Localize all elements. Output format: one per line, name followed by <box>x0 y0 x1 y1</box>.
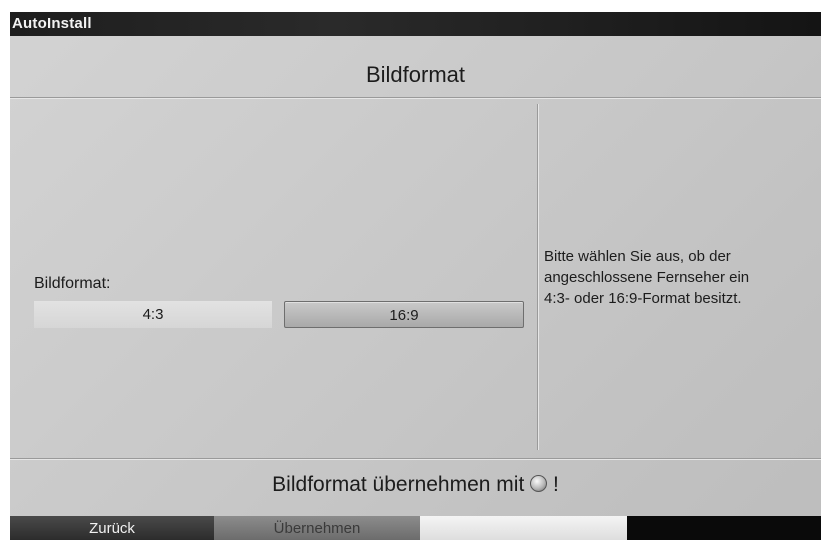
option-16-9-selected[interactable]: 16:9 <box>284 301 524 328</box>
help-line: 4:3- oder 16:9-Format besitzt. <box>544 290 742 307</box>
apply-button[interactable]: Übernehmen <box>214 516 420 540</box>
back-button-label: Zurück <box>89 520 135 537</box>
confirm-exclamation: ! <box>552 473 559 496</box>
confirm-text: Bildformat übernehmen mit <box>272 473 525 496</box>
back-button[interactable]: Zurück <box>10 516 214 540</box>
page-title: Bildformat <box>365 62 466 87</box>
tv-menu-screen: AutoInstall Bildformat Bildformat: 4:3 1… <box>10 12 821 540</box>
window-title: AutoInstall <box>12 15 92 32</box>
header-divider <box>10 97 821 98</box>
help-line: angeschlossene Fernseher ein <box>544 269 750 286</box>
blue-key[interactable] <box>627 516 821 540</box>
apply-button-label: Übernehmen <box>273 520 361 537</box>
title-bar: AutoInstall <box>10 12 821 36</box>
format-setting-label: Bildformat: <box>34 275 111 292</box>
yellow-key[interactable] <box>420 516 627 540</box>
column-divider <box>537 104 538 450</box>
footer-divider <box>10 458 821 459</box>
function-key-bar: Zurück Übernehmen <box>10 516 821 540</box>
ok-button-icon <box>530 475 548 492</box>
help-text: Bitte wählen Sie aus, ob der angeschloss… <box>544 246 814 309</box>
option-4-3[interactable]: 4:3 <box>34 301 272 328</box>
help-line: Bitte wählen Sie aus, ob der <box>544 248 731 265</box>
confirm-hint: Bildformat übernehmen mit ! <box>10 473 821 497</box>
